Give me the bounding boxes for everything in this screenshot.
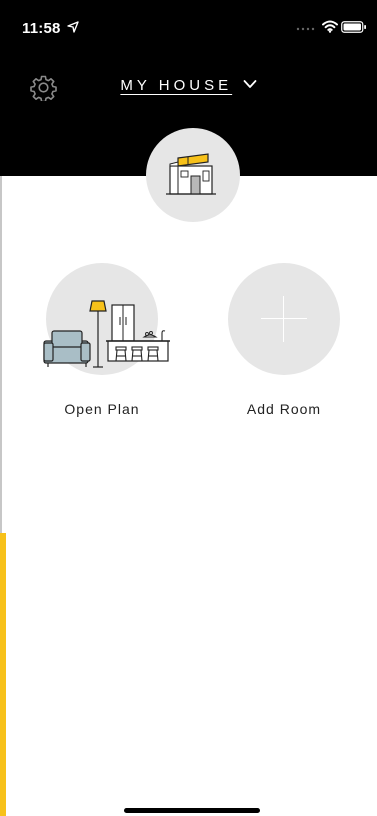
plus-icon: [261, 318, 307, 319]
plus-icon: [283, 296, 284, 342]
battery-icon: [341, 21, 366, 33]
left-edge-accent: [0, 533, 6, 816]
status-bar: 11:58: [0, 0, 377, 44]
chevron-down-icon: [243, 80, 256, 88]
room-label: Open Plan: [64, 401, 140, 417]
house-selector[interactable]: MY HOUSE: [0, 77, 377, 101]
home-indicator[interactable]: [124, 808, 260, 813]
location-arrow-icon: [67, 21, 79, 33]
wifi-icon: [322, 20, 338, 33]
house-icon: [166, 153, 216, 195]
room-icon-circle: [228, 263, 340, 375]
open-plan-room-icon: [43, 300, 170, 368]
cellular-signal-icon: [296, 27, 315, 31]
room-icon-circle: [43, 263, 170, 375]
page-title: MY HOUSE: [120, 77, 233, 94]
house-avatar[interactable]: [146, 128, 240, 222]
status-time: 11:58: [22, 20, 61, 37]
room-label: Add Room: [246, 401, 322, 417]
room-tile-open-plan[interactable]: Open Plan: [32, 263, 172, 417]
app-screen: 11:58 MY HOUSE Open Plan Add Room: [0, 0, 377, 816]
add-room-button[interactable]: Add Room: [214, 263, 354, 417]
